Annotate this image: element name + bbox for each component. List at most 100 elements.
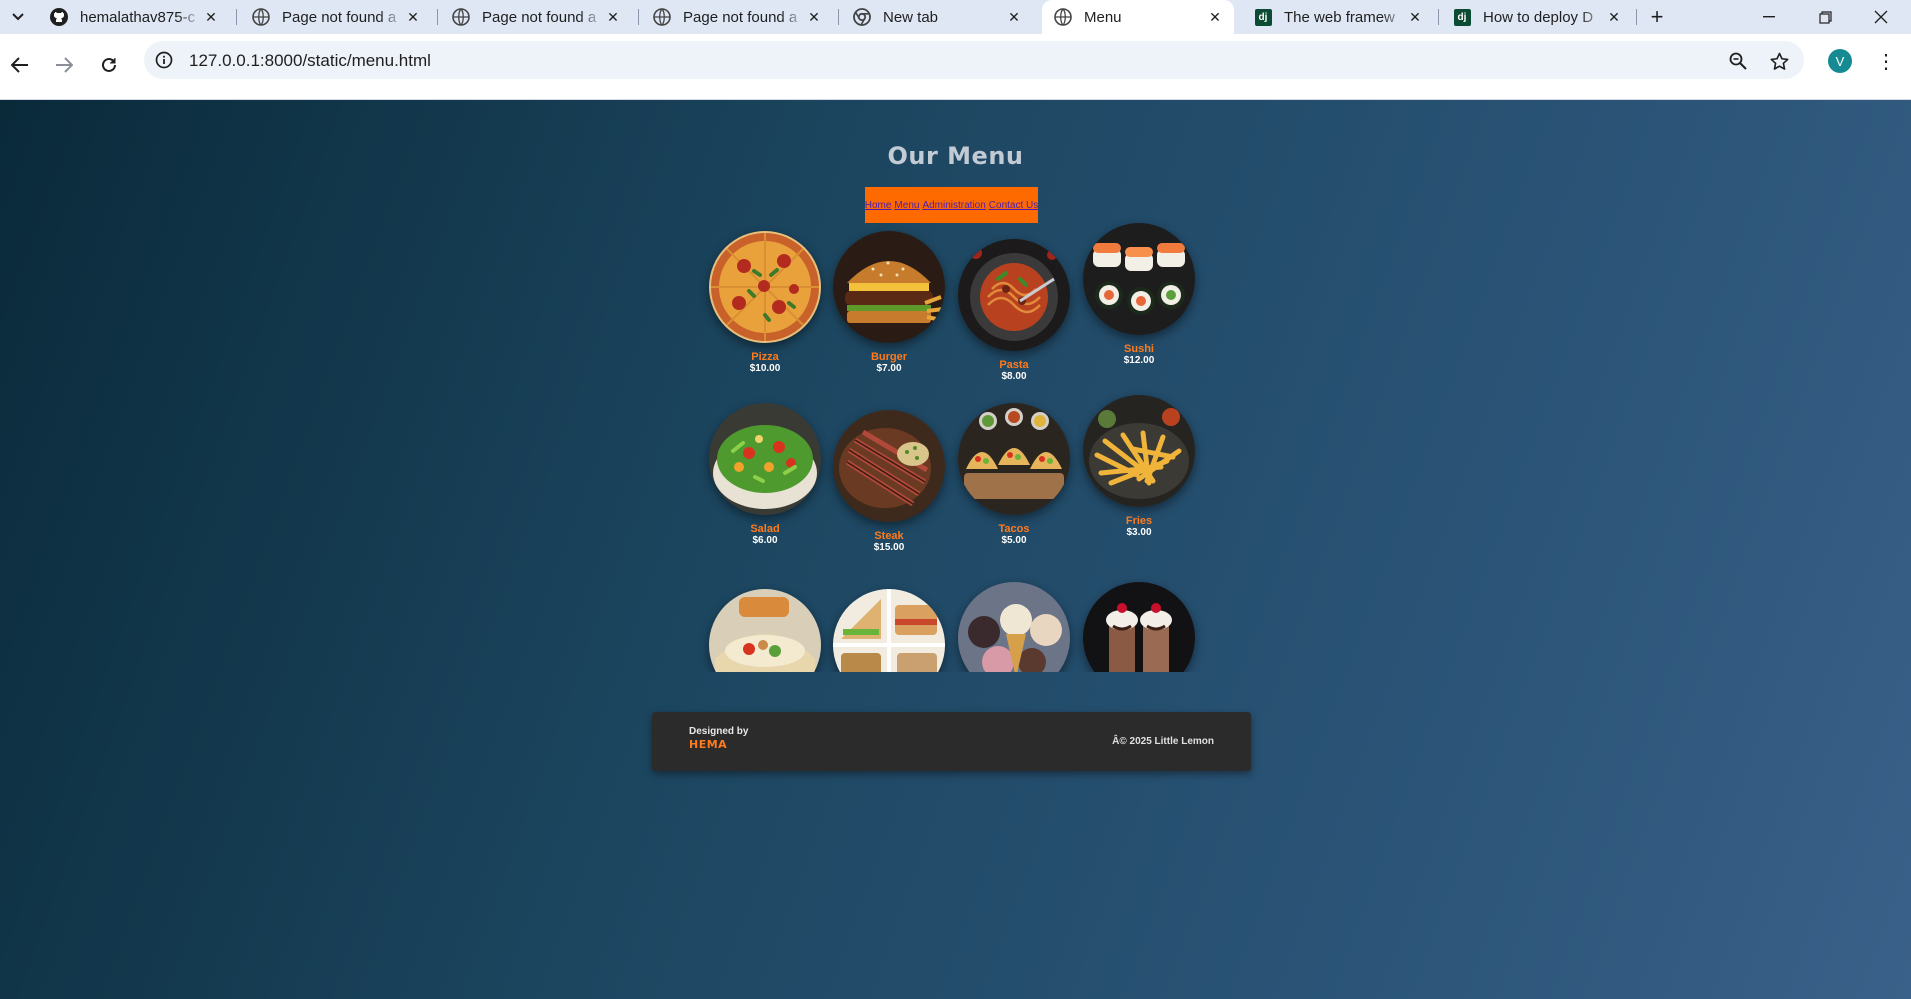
footer-designer-name: HEMA [689, 738, 728, 751]
item-name: Steak [874, 530, 904, 542]
window-close-icon[interactable] [1858, 0, 1904, 34]
footer-copyright: Â© 2025 Little Lemon [1112, 736, 1214, 747]
menu-item-pizza[interactable]: Pizza $10.00 [708, 231, 822, 374]
item-price: $5.00 [1001, 535, 1027, 546]
address-bar[interactable]: 127.0.0.1:8000/static/menu.html [144, 41, 1804, 79]
menu-item-fries[interactable]: Fries $3.00 [1082, 395, 1196, 538]
tab-title: How to deploy D [1483, 8, 1594, 26]
tab-menu[interactable]: Menu ✕ [1042, 0, 1234, 34]
menu-item-pasta[interactable]: Pasta $8.00 [957, 239, 1071, 382]
item-price: $7.00 [876, 363, 902, 374]
tab-search-button[interactable] [4, 4, 32, 30]
chevron-down-icon [12, 13, 24, 21]
sushi-image [1083, 223, 1195, 335]
item-price: $8.00 [1001, 371, 1027, 382]
tab-page-not-found-3[interactable]: Page not found a ✕ [641, 0, 833, 34]
tab-title: Page not found a [683, 8, 798, 26]
item-name: Pizza [751, 351, 779, 363]
tab-separator [1438, 9, 1439, 25]
nav-link-home[interactable]: Home [865, 200, 892, 211]
item-name: Pasta [999, 359, 1029, 371]
tab-strip: hemalathav875-c ✕ Page not found a ✕ Pag… [0, 0, 1911, 34]
item-name: Fries [1125, 515, 1153, 527]
tab-django-deploy[interactable]: dj How to deploy D ✕ [1441, 0, 1633, 34]
pasta-image [958, 239, 1070, 351]
globe-icon [653, 8, 671, 26]
item-name: Burger [870, 351, 908, 363]
nav-link-administration[interactable]: Administration [922, 200, 985, 211]
zoom-icon[interactable] [1727, 50, 1749, 72]
ice-cream-image [958, 582, 1070, 672]
nav-link-menu[interactable]: Menu [894, 200, 919, 211]
new-tab-plus-icon[interactable]: + [1645, 4, 1669, 29]
close-icon[interactable]: ✕ [1605, 8, 1623, 26]
tab-separator [838, 9, 839, 25]
item-name: Tacos [998, 523, 1030, 535]
github-icon [50, 8, 68, 26]
item-name: Salad [750, 523, 780, 535]
menu-item-tacos[interactable]: Tacos $5.00 [957, 403, 1071, 546]
burger-image [833, 231, 945, 343]
more-menu-icon[interactable]: ⋮ [1876, 48, 1896, 74]
pizza-image [709, 231, 821, 343]
globe-icon [452, 8, 470, 26]
tab-title: New tab [883, 8, 939, 26]
menu-item-sandwich[interactable] [832, 589, 946, 672]
close-icon[interactable]: ✕ [1406, 8, 1424, 26]
menu-item-sushi[interactable]: Sushi $12.00 [1082, 223, 1196, 366]
menu-item-burger[interactable]: Burger $7.00 [832, 231, 946, 374]
site-nav: Home Menu Administration Contact Us [865, 187, 1038, 223]
close-icon[interactable]: ✕ [1206, 8, 1224, 26]
browser-toolbar: 127.0.0.1:8000/static/menu.html V ⋮ [0, 34, 1911, 100]
tab-title: Page not found a [282, 8, 397, 26]
tab-separator [638, 9, 639, 25]
menu-item-milkshake[interactable] [1082, 582, 1196, 672]
item-price: $10.00 [749, 363, 781, 374]
tab-new-tab[interactable]: New tab ✕ [841, 0, 1033, 34]
close-icon[interactable]: ✕ [604, 8, 622, 26]
site-footer: Designed by HEMA Â© 2025 Little Lemon [652, 712, 1251, 771]
profile-avatar[interactable]: V [1828, 49, 1852, 73]
close-icon[interactable]: ✕ [805, 8, 823, 26]
globe-icon [1054, 8, 1072, 26]
close-icon[interactable]: ✕ [202, 8, 220, 26]
tab-title: Page not found a [482, 8, 597, 26]
tacos-image [958, 403, 1070, 515]
close-icon[interactable]: ✕ [1005, 8, 1023, 26]
tab-title: hemalathav875-c [80, 8, 196, 26]
steak-image [833, 410, 945, 522]
tab-django-framework[interactable]: dj The web framew ✕ [1242, 0, 1434, 34]
bookmark-star-icon[interactable] [1768, 50, 1790, 72]
tab-page-not-found-2[interactable]: Page not found a ✕ [440, 0, 632, 34]
django-icon: dj [1254, 8, 1272, 26]
nav-link-contact-us[interactable]: Contact Us [989, 200, 1038, 211]
chrome-icon [853, 8, 871, 26]
menu-item-ice-cream[interactable] [957, 582, 1071, 672]
close-icon[interactable]: ✕ [404, 8, 422, 26]
item-name: Sushi [1124, 343, 1154, 355]
menu-item-salad[interactable]: Salad $6.00 [708, 403, 822, 546]
reload-icon[interactable] [93, 49, 125, 81]
minimize-icon[interactable] [1746, 0, 1792, 34]
tab-separator [1636, 9, 1637, 25]
restore-icon[interactable] [1802, 0, 1848, 34]
site-info-icon[interactable] [154, 50, 174, 70]
menu-item-steak[interactable]: Steak $15.00 [832, 410, 946, 553]
tab-page-not-found-1[interactable]: Page not found a ✕ [240, 0, 432, 34]
tab-separator [236, 9, 237, 25]
tab-separator [437, 9, 438, 25]
milkshake-image [1083, 582, 1195, 672]
forward-arrow-icon[interactable] [48, 49, 80, 81]
menu-item-wrap[interactable] [708, 589, 822, 672]
menu-row-clipped [0, 576, 1911, 672]
tab-github[interactable]: hemalathav875-c ✕ [38, 0, 230, 34]
page-viewport: Our Menu Home Menu Administration Contac… [0, 100, 1911, 999]
page-title: Our Menu [887, 142, 1024, 170]
back-arrow-icon[interactable] [4, 49, 36, 81]
salad-image [709, 403, 821, 515]
footer-designed-by: Designed by [689, 726, 749, 737]
url-text[interactable]: 127.0.0.1:8000/static/menu.html [189, 51, 431, 71]
item-price: $3.00 [1126, 527, 1152, 538]
item-price: $6.00 [752, 535, 778, 546]
sandwich-image [833, 589, 945, 672]
